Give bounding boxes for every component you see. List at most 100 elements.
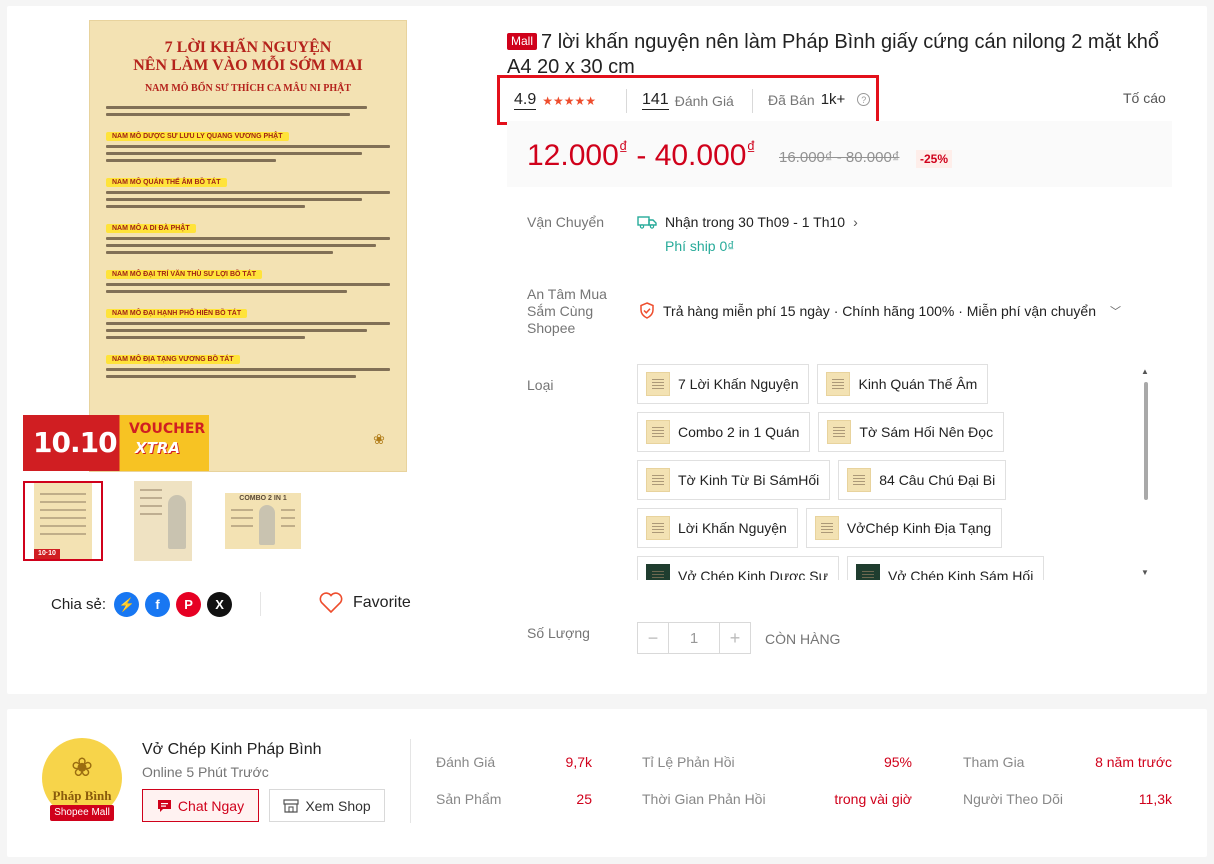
voucher-banner: 10.10 VOUCHER XTRA [23, 415, 209, 471]
shop-ratings-value: 9,7k [565, 754, 592, 770]
response-time-label: Thời Gian Phản Hồi [642, 791, 766, 807]
guarantee-label: An Tâm Mua Sắm Cùng Shopee [527, 286, 607, 336]
response-time-value: trong vài giờ [834, 791, 912, 807]
product-card: 7 LỜI KHẤN NGUYỆN NÊN LÀM VÀO MỖI SỚM MA… [7, 6, 1207, 694]
variant-option[interactable]: VởChép Kinh Địa Tạng [805, 508, 1003, 548]
thumbnail-combo-label: COMBO 2 IN 1 [239, 495, 287, 502]
variant-thumbnail [646, 468, 670, 492]
variant-option[interactable]: Tờ Kinh Từ Bi SámHối [637, 460, 831, 500]
variant-option[interactable]: Tờ Sám Hối Nên Đọc [818, 412, 1005, 452]
variant-option[interactable]: Kinh Quán Thế Âm [817, 364, 989, 404]
quantity-input[interactable]: 1 [669, 622, 719, 654]
variant-option[interactable]: 7 Lời Khấn Nguyện [637, 364, 810, 404]
variant-option[interactable]: Vở Chép Kinh Sám Hối [846, 556, 1045, 580]
price-box: 12.000₫ - 40.000₫ 16.000₫ - 80.000₫ -25% [507, 121, 1172, 187]
shield-check-icon [640, 302, 654, 319]
increase-button[interactable]: + [719, 622, 751, 654]
favorite-label: Favorite [353, 593, 411, 611]
chat-now-button[interactable]: Chat Ngay [142, 789, 259, 822]
variant-thumbnail [646, 420, 670, 444]
pinterest-icon[interactable]: P [176, 592, 202, 617]
variant-thumbnail [855, 564, 880, 580]
shipping-fee: Phí ship 0₫ [665, 238, 735, 254]
chevron-down-icon: ﹀ [1109, 305, 1121, 318]
poster-subtitle: NAM MÔ BỔN SƯ THÍCH CA MÂU NI PHẬT [144, 83, 352, 94]
joined-label: Tham Gia [963, 754, 1025, 770]
variant-thumbnail [646, 564, 670, 580]
thumbnail-3[interactable]: COMBO 2 IN 1 [223, 481, 303, 561]
chevron-right-icon: › [853, 214, 858, 230]
shop-brand: Pháp Bình [52, 788, 112, 803]
product-title: Mall 7 lời khấn nguyện nên làm Pháp Bình … [507, 30, 1177, 80]
variant-option[interactable]: 84 Câu Chú Đại Bi [838, 460, 1007, 500]
mall-tag: Mall [507, 33, 538, 50]
scroll-down-icon[interactable]: ▼ [1141, 568, 1149, 577]
poster-section: NAM MÔ ĐẠI TRÍ VĂN THÙ SƯ LỢI BỒ TÁT [106, 270, 262, 279]
product-title-text: 7 lời khấn nguyện nên làm Pháp Bình giấy… [507, 31, 1160, 78]
rating-stat[interactable]: 4.9 ★★★★★ [514, 91, 596, 110]
view-shop-label: Xem Shop [305, 797, 371, 814]
discount-badge: -25% [916, 150, 953, 168]
variant-scrollbar[interactable] [1144, 382, 1148, 500]
reviews-count: 141 [642, 91, 669, 110]
messenger-icon[interactable]: ⚡ [114, 592, 140, 617]
thumbnail-1[interactable]: 10·10 [23, 481, 103, 561]
poster-section: NAM MÔ DƯỢC SƯ LƯU LY QUANG VƯƠNG PHẬT [106, 132, 289, 141]
lotus-logo-icon: ❀ [373, 431, 385, 447]
guarantee-info[interactable]: Trả hàng miễn phí 15 ngày · Chính hãng 1… [639, 302, 1121, 319]
price-range: 12.000₫ - 40.000₫ [527, 138, 756, 172]
variant-option[interactable]: Vở Chép Kinh Dược Sư [637, 556, 839, 580]
poster-section: NAM MÔ ĐẠI HẠNH PHỔ HIỀN BỒ TÁT [106, 309, 248, 318]
report-link[interactable]: Tố cáo [1123, 90, 1166, 106]
thumbnail-list: 10·10 COMBO 2 IN 1 [23, 481, 303, 561]
rating-stats-highlight: 4.9 ★★★★★ 141 Đánh Giá Đã Bán 1k+ ? [497, 75, 879, 125]
delivery-date: Nhận trong 30 Th09 - 1 Th10 [665, 214, 846, 230]
joined-value: 8 năm trước [1095, 754, 1172, 770]
product-main-image[interactable]: 7 LỜI KHẤN NGUYỆN NÊN LÀM VÀO MỖI SỚM MA… [23, 20, 413, 472]
shop-products-value: 25 [576, 791, 592, 807]
variant-option[interactable]: Lời Khấn Nguyện [637, 508, 798, 548]
x-twitter-icon[interactable]: X [207, 592, 233, 617]
poster-image: 7 LỜI KHẤN NGUYỆN NÊN LÀM VÀO MỖI SỚM MA… [89, 20, 407, 472]
variant-thumbnail [826, 372, 851, 396]
decrease-button[interactable]: − [637, 622, 669, 654]
shopee-mall-badge: Shopee Mall [50, 805, 114, 821]
heart-icon [319, 592, 343, 613]
voucher-text: VOUCHER [129, 421, 206, 437]
variant-list: 7 Lời Khấn Nguyện Kinh Quán Thế Âm Combo… [637, 364, 1129, 580]
reviews-stat[interactable]: 141 Đánh Giá [642, 91, 734, 110]
poster-section: NAM MÔ QUÁN THẾ ÂM BỒ TÁT [106, 178, 227, 187]
quantity-label: Số Lượng [527, 625, 590, 641]
facebook-icon[interactable]: f [145, 592, 171, 617]
view-shop-button[interactable]: Xem Shop [269, 789, 385, 822]
reviews-label: Đánh Giá [674, 92, 734, 109]
star-rating-icon: ★★★★★ [542, 93, 597, 108]
variant-thumbnail [827, 420, 852, 444]
shop-online-status: Online 5 Phút Trước [142, 764, 269, 780]
truck-icon [637, 216, 657, 229]
voucher-xtra: XTRA [135, 439, 180, 457]
followers-label: Người Theo Dõi [963, 791, 1064, 807]
shop-name: Vở Chép Kinh Pháp Bình [142, 741, 322, 758]
thumbnail-2[interactable] [123, 481, 203, 561]
favorite-button[interactable]: Favorite [319, 592, 411, 613]
variant-option[interactable]: Combo 2 in 1 Quán [637, 412, 811, 452]
voucher-number: 10.10 [33, 426, 118, 459]
chat-icon [157, 799, 171, 812]
scroll-up-icon[interactable]: ▲ [1141, 367, 1149, 376]
shop-card: ❀ Pháp Bình Shopee Mall Vở Chép Kinh Phá… [7, 709, 1207, 857]
response-rate-label: Tỉ Lệ Phản Hồi [642, 754, 735, 770]
shop-icon [283, 798, 299, 813]
sold-label: Đã Bán [768, 91, 815, 108]
lotus-icon: ❀ [71, 752, 93, 782]
poster-section: NAM MÔ A DI ĐÀ PHẬT [106, 224, 196, 233]
poster-title: 7 LỜI KHẤN NGUYỆN NÊN LÀM VÀO MỖI SỚM MA… [133, 39, 363, 74]
original-price: 16.000₫ - 80.000₫ [779, 149, 900, 166]
shipping-info[interactable]: Nhận trong 30 Th09 - 1 Th10 › [637, 214, 858, 230]
help-icon[interactable]: ? [857, 93, 871, 106]
share-bar: Chia sẻ: ⚡ f P X [51, 592, 233, 617]
variant-thumbnail [646, 516, 670, 540]
guarantee-text: Trả hàng miễn phí 15 ngày · Chính hãng 1… [663, 302, 1096, 319]
share-label: Chia sẻ: [51, 596, 107, 613]
variant-thumbnail [847, 468, 872, 492]
